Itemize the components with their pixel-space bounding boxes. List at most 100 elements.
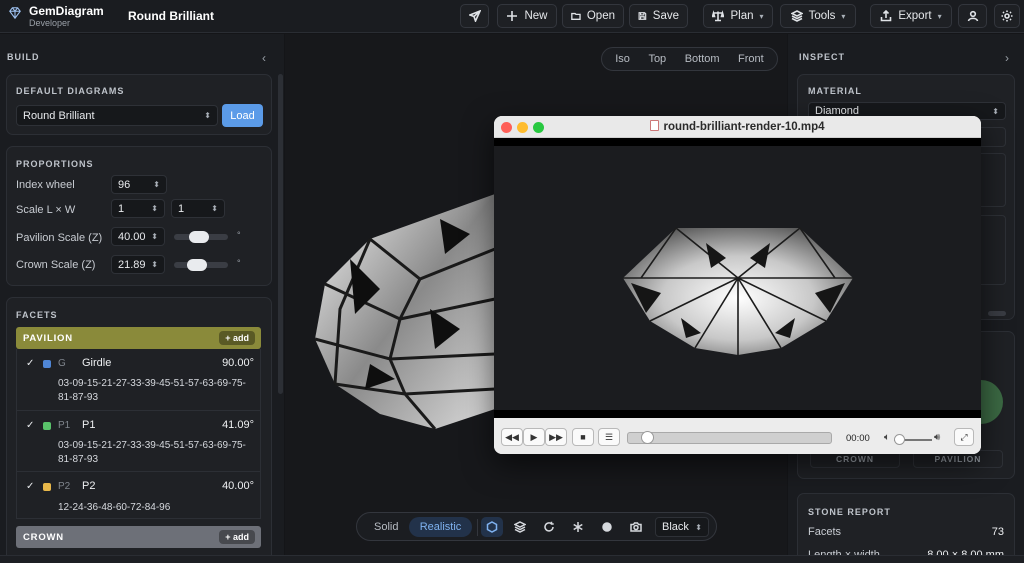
document-title: Round Brilliant [128,9,214,23]
collapse-right-icon[interactable]: › [1005,51,1009,65]
updown-icon: ⬍ [204,111,211,120]
proportions-section: PROPORTIONS Index wheel 96 ⬍ Scale L × W… [6,146,272,286]
hexagon-icon [486,521,498,533]
tools-menu-button[interactable]: Tools ▾ [780,4,856,28]
index-wheel-select[interactable]: 96 ⬍ [111,175,167,194]
video-frame[interactable] [494,138,981,418]
volume-mute-icon[interactable]: 🔈︎ [884,432,890,443]
collapse-left-icon[interactable]: ‹ [262,51,266,65]
progress-track[interactable] [627,431,832,444]
freeze-button[interactable] [567,517,589,537]
chevron-down-icon: ▾ [841,11,846,21]
color-swatch[interactable] [43,360,51,368]
background-select[interactable]: Black ⬍ [655,517,709,537]
chevron-down-icon: ▾ [937,11,942,21]
solid-mode-button[interactable]: Solid [374,521,398,533]
view-tabs: Iso Top Bottom Front [601,47,778,71]
rotate-icon [544,521,554,532]
gem-logo-icon [9,7,21,20]
material-label: MATERIAL [808,86,862,96]
slider-knob[interactable] [187,259,207,271]
screenshot-button[interactable] [625,517,647,537]
facets-count-value: 73 [991,526,1004,538]
color-swatch[interactable] [43,483,51,491]
stepper-icon: ⬍ [211,204,218,213]
pavilion-scale-input[interactable]: 40.00 ⬍ [111,227,165,246]
crown-group-header[interactable]: CROWN + add [16,526,261,548]
volume-max-icon[interactable]: 🔊︎ [934,432,940,443]
facets-label: FACETS [16,310,58,320]
account-button[interactable] [958,4,987,28]
rewind-button[interactable]: ◀◀ [501,428,523,446]
export-icon [881,10,892,22]
add-crown-facet-button[interactable]: + add [219,530,255,544]
stone-report-section: STONE REPORT Facets 73 Length × width 8.… [797,493,1015,563]
volume-knob[interactable] [894,434,905,445]
proportions-label: PROPORTIONS [16,159,94,169]
theme-toggle-button[interactable] [994,4,1020,28]
facet-row[interactable]: ✓ P1 P1 41.09° 03-09-15-21-27-33-39-45-5… [16,411,261,472]
fast-forward-button[interactable]: ▶▶ [545,428,567,446]
left-scrollbar[interactable] [278,74,283,394]
view-tab-bottom[interactable]: Bottom [685,53,720,65]
open-label: Open [586,10,615,22]
fullscreen-button[interactable]: ⤢ [954,428,974,446]
chevron-down-icon: ▾ [759,11,764,21]
brand[interactable]: GemDiagram Developer [8,5,104,29]
video-player-window[interactable]: round-brilliant-render-10.mp4 ◀◀ ▶ ▶▶ ■ … [494,116,981,454]
check-icon[interactable]: ✓ [26,358,34,369]
scale-l-input[interactable]: 1 ⬍ [111,199,165,218]
facet-angle: 40.00° [222,480,254,492]
record-button[interactable] [596,517,618,537]
pavilion-group-header[interactable]: PAVILION + add [16,327,261,349]
status-bar [0,555,1024,563]
facet-name: Girdle [82,357,112,369]
check-icon[interactable]: ✓ [26,481,34,492]
diagram-select[interactable]: Round Brilliant ⬍ [16,105,218,126]
facet-row[interactable]: ✓ P2 P2 40.00° 12-24-36-48-60-72-84-96 [16,472,261,519]
crown-scale-input[interactable]: 21.89 ⬍ [111,255,165,274]
view-tab-iso[interactable]: Iso [615,53,630,65]
top-toolbar: GemDiagram Developer Round Brilliant New… [0,0,1024,33]
view-tab-top[interactable]: Top [648,53,666,65]
export-menu-button[interactable]: Export ▾ [870,4,952,28]
sun-icon [1001,10,1013,22]
volume-slider[interactable] [894,434,932,445]
diamond-render[interactable] [310,189,520,444]
playlist-button[interactable]: ☰ [598,428,620,446]
share-button[interactable] [460,4,489,28]
app-name: GemDiagram [29,4,104,18]
new-button[interactable]: New [497,4,557,28]
pavilion-scale-slider[interactable] [174,231,228,243]
load-button[interactable]: Load [222,104,263,127]
scale-l-value: 1 [118,202,125,215]
material-slider[interactable] [988,311,1006,316]
add-pavilion-facet-button[interactable]: + add [219,331,255,345]
check-icon[interactable]: ✓ [26,420,34,431]
facet-row[interactable]: ✓ G Girdle 90.00° 03-09-15-21-27-33-39-4… [16,349,261,411]
plus-icon [507,11,518,21]
slider-knob[interactable] [189,231,209,243]
color-swatch[interactable] [43,422,51,430]
open-button[interactable]: Open [562,4,624,28]
window-title: round-brilliant-render-10.mp4 [494,120,981,133]
play-icon: ▶ [530,431,538,442]
window-titlebar[interactable]: round-brilliant-render-10.mp4 [494,116,981,138]
play-button[interactable]: ▶ [523,428,545,446]
stop-button[interactable]: ■ [572,428,594,446]
crown-scale-slider[interactable] [174,259,228,271]
plan-menu-button[interactable]: Plan ▾ [703,4,773,28]
realistic-mode-button[interactable]: Realistic [409,517,472,537]
scale-w-input[interactable]: 1 ⬍ [171,199,225,218]
progress-knob[interactable] [641,431,654,444]
layers-toggle[interactable] [509,517,531,537]
view-tab-front[interactable]: Front [738,53,764,65]
render-toolbar: Solid Realistic Black ⬍ [356,512,717,541]
rotate-button[interactable] [538,517,560,537]
fullscreen-icon: ⤢ [960,431,968,442]
floppy-icon [638,12,647,20]
save-button[interactable]: Save [629,4,688,28]
scale-icon [712,10,725,22]
wireframe-toggle[interactable] [481,517,503,537]
window-title-text: round-brilliant-render-10.mp4 [663,121,825,133]
